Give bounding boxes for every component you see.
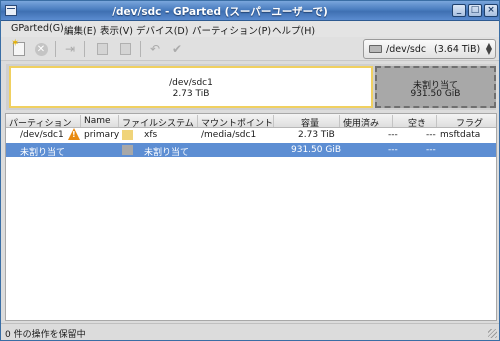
- menu-device[interactable]: デバイス(D): [136, 23, 188, 37]
- partition-map-sdc1[interactable]: /dev/sdc1 2.73 TiB: [9, 66, 373, 108]
- cell-partition: /dev/sdc1: [20, 130, 64, 140]
- close-button[interactable]: ×: [484, 4, 498, 17]
- table-row[interactable]: /dev/sdc1 primary xfs /media/sdc1 2.73 T…: [6, 128, 496, 142]
- apply-button[interactable]: ✔: [169, 41, 185, 57]
- filesystem-color-swatch: [122, 145, 133, 155]
- menu-view[interactable]: 表示(V): [100, 23, 133, 37]
- toolbar-separator: [140, 41, 141, 57]
- cell-name: primary: [84, 130, 120, 140]
- minimize-button[interactable]: _: [452, 4, 466, 17]
- apply-icon: ✔: [171, 42, 183, 56]
- cell-filesystem: 未割り当て: [144, 148, 190, 158]
- cell-flags: msftdata: [440, 130, 481, 140]
- toolbar-separator: [55, 41, 56, 57]
- map-partition-size: 2.73 TiB: [172, 89, 210, 99]
- delete-icon: ✕: [34, 42, 48, 56]
- toolbar-separator: [84, 41, 85, 57]
- menu-partition[interactable]: パーティション(P): [192, 23, 271, 37]
- filesystem-color-swatch: [122, 130, 133, 140]
- gparted-window: /dev/sdc - GParted (スーパーユーザーで) _ □ × GPa…: [0, 0, 500, 341]
- partition-map-unallocated[interactable]: 未割り当て 931.50 GiB: [375, 66, 496, 108]
- menu-gparted[interactable]: GParted(G): [11, 23, 64, 34]
- cell-partition: 未割り当て: [20, 148, 66, 158]
- paste-button[interactable]: [117, 41, 133, 57]
- copy-button[interactable]: [94, 41, 110, 57]
- toolbar: ✕ ⇥ ↶ ✔ /dev/sdc (3.64 TiB) ▲▼: [1, 37, 499, 61]
- resize-move-icon: ⇥: [64, 42, 76, 56]
- table-header: パーティション Name ファイルシステム マウントポイント 容量 使用済み 空…: [6, 114, 496, 129]
- paste-icon: [119, 43, 131, 55]
- cell-free: ---: [426, 130, 436, 140]
- new-partition-button[interactable]: [11, 38, 27, 57]
- new-icon: [11, 38, 25, 56]
- undo-button[interactable]: ↶: [147, 41, 163, 57]
- column-divider: [392, 115, 393, 127]
- delete-partition-button[interactable]: ✕: [33, 41, 49, 57]
- pending-operations-status: 0 件の操作を保留中: [5, 330, 86, 340]
- device-selector[interactable]: /dev/sdc (3.64 TiB) ▲ ▼: [363, 39, 496, 59]
- partition-table: パーティション Name ファイルシステム マウントポイント 容量 使用済み 空…: [5, 113, 497, 321]
- menu-edit[interactable]: 編集(E): [64, 23, 96, 37]
- column-divider: [197, 115, 198, 127]
- column-divider: [339, 115, 340, 127]
- device-name: /dev/sdc: [386, 44, 427, 55]
- hard-disk-icon: [369, 45, 382, 53]
- warning-icon: [68, 128, 80, 140]
- cell-free: ---: [426, 145, 436, 155]
- chevron-up-down-icon: ▲ ▼: [485, 41, 492, 56]
- map-partition-name: /dev/sdc1: [169, 78, 213, 88]
- maximize-button[interactable]: □: [468, 4, 482, 17]
- partition-map: /dev/sdc1 2.73 TiB 未割り当て 931.50 GiB: [6, 64, 496, 110]
- menu-help[interactable]: ヘルプ(H): [272, 23, 315, 37]
- column-header-name[interactable]: Name: [84, 116, 111, 126]
- cell-filesystem: xfs: [144, 130, 158, 140]
- menu-bar: GParted(G) 編集(E) 表示(V) デバイス(D) パーティション(P…: [1, 21, 499, 37]
- map-unallocated-size: 931.50 GiB: [410, 89, 461, 99]
- cell-used: ---: [388, 145, 398, 155]
- cell-used: ---: [388, 130, 398, 140]
- device-size: (3.64 TiB): [434, 44, 481, 55]
- title-bar[interactable]: /dev/sdc - GParted (スーパーユーザーで) _ □ ×: [1, 1, 499, 21]
- undo-icon: ↶: [149, 42, 161, 56]
- table-row-selected[interactable]: 未割り当て 未割り当て 931.50 GiB --- ---: [6, 143, 496, 158]
- column-divider: [118, 115, 119, 127]
- cell-mountpoint: /media/sdc1: [201, 130, 257, 140]
- column-divider: [80, 115, 81, 127]
- resize-grip-icon[interactable]: [488, 329, 497, 338]
- status-bar: 0 件の操作を保留中: [1, 323, 499, 340]
- copy-icon: [96, 43, 108, 55]
- column-divider: [436, 115, 437, 127]
- cell-size: 931.50 GiB: [291, 145, 342, 155]
- cell-size: 2.73 TiB: [298, 130, 335, 140]
- column-divider: [273, 115, 274, 127]
- window-title: /dev/sdc - GParted (スーパーユーザーで): [112, 6, 328, 18]
- resize-move-button[interactable]: ⇥: [62, 41, 78, 57]
